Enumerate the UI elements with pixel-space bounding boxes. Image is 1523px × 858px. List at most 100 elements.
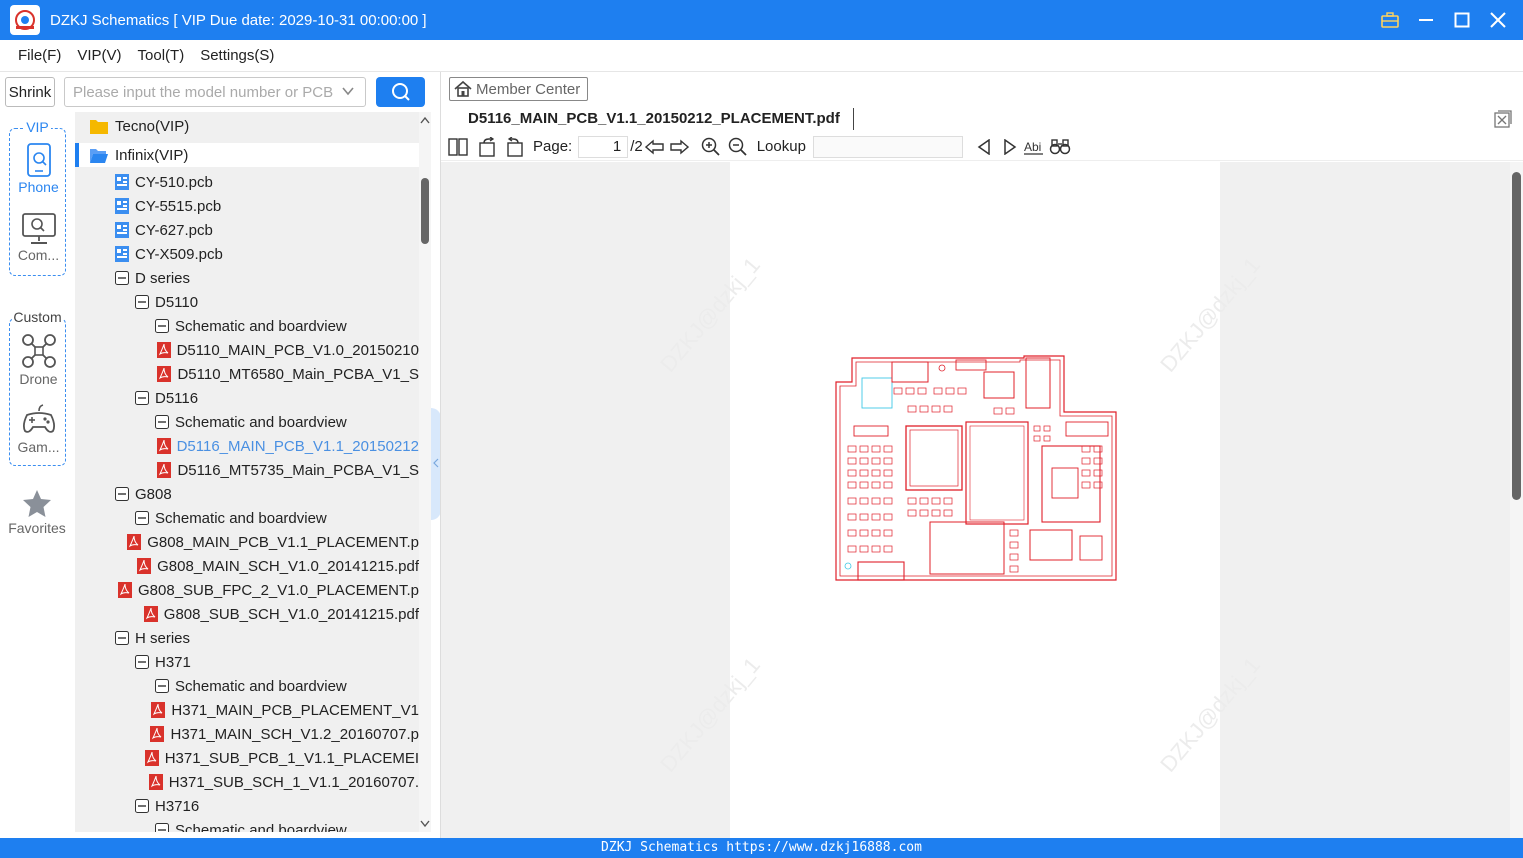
tree-item[interactable]: Schematic and boardview [75, 506, 419, 530]
collapse-icon[interactable] [135, 655, 149, 669]
tree-item[interactable]: H371 [75, 650, 419, 674]
collapse-icon[interactable] [115, 487, 129, 501]
tree-item[interactable]: H371_MAIN_PCB_PLACEMENT_V1 [75, 698, 419, 722]
close-tab-icon[interactable] [1494, 110, 1512, 131]
lookup-input[interactable] [812, 135, 963, 158]
search-button[interactable] [376, 77, 425, 107]
tree-item[interactable]: D5116_MT5735_Main_PCBA_V1_S [75, 458, 419, 482]
tree-item[interactable]: D5110_MT6580_Main_PCBA_V1_S [75, 362, 419, 386]
tree-item[interactable]: D5110_MAIN_PCB_V1.0_20150210 [75, 338, 419, 362]
document-tab[interactable]: D5116_MAIN_PCB_V1.1_20150212_PLACEMENT.p… [468, 110, 840, 127]
tree-item[interactable]: H371_MAIN_SCH_V1.2_20160707.p [75, 722, 419, 746]
watermark: DZKJ@dzkj_1 [655, 652, 765, 777]
tree-item[interactable]: Schematic and boardview [75, 674, 419, 698]
menu-file[interactable]: File(F) [18, 47, 61, 64]
menu-settings[interactable]: Settings(S) [200, 47, 274, 64]
category-phone[interactable]: Phone [10, 143, 67, 195]
tree-item[interactable]: G808 [75, 482, 419, 506]
briefcase-icon[interactable] [1379, 9, 1401, 31]
folder-icon [89, 117, 109, 135]
scroll-up-icon[interactable] [420, 116, 430, 124]
tree-item[interactable]: D series [75, 266, 419, 290]
tree-item[interactable]: G808_MAIN_PCB_V1.1_PLACEMENT.p [75, 530, 419, 554]
rotate-right-icon[interactable] [501, 133, 527, 161]
pdf-viewer[interactable]: DZKJ@dzkj_1 DZKJ@dzkj_1 DZKJ@dzkj_1 DZKJ… [441, 162, 1510, 838]
tree-item-label: G808_SUB_SCH_V1.0_20141215.pdf [163, 605, 419, 623]
next-page-icon[interactable] [667, 133, 691, 161]
pdf-file-icon [157, 462, 172, 478]
collapse-icon[interactable] [155, 823, 169, 832]
scroll-down-icon[interactable] [420, 820, 430, 828]
collapse-icon[interactable] [135, 295, 149, 309]
collapse-icon[interactable] [115, 631, 129, 645]
tree-scrollbar[interactable] [419, 112, 431, 832]
tree-item-label: CY-5515.pcb [135, 197, 222, 215]
two-page-view-icon[interactable] [441, 133, 475, 161]
tree-scroll-thumb[interactable] [421, 178, 429, 244]
pdf-file-icon [151, 702, 166, 718]
minimize-icon[interactable] [1415, 9, 1437, 31]
category-computer-label: Com... [17, 247, 60, 263]
binoculars-icon[interactable] [1047, 133, 1073, 161]
maximize-icon[interactable] [1451, 9, 1473, 31]
collapse-icon[interactable] [135, 511, 149, 525]
tree-item-label: G808 [135, 485, 172, 503]
tree-item[interactable]: Infinix(VIP) [75, 143, 419, 167]
tree-item[interactable]: G808_MAIN_SCH_V1.0_20141215.pdf [75, 554, 419, 578]
collapse-icon[interactable] [155, 319, 169, 333]
collapse-icon[interactable] [135, 799, 149, 813]
shrink-button[interactable]: Shrink [5, 77, 55, 107]
lookup-label: Lookup [756, 138, 806, 155]
find-previous-icon[interactable] [969, 133, 999, 161]
match-case-icon[interactable]: Abi [1021, 133, 1047, 161]
zoom-out-icon[interactable] [727, 133, 749, 161]
phone-icon [26, 143, 51, 177]
tree-item[interactable]: Tecno(VIP) [75, 114, 419, 138]
tree-item[interactable]: G808_SUB_SCH_V1.0_20141215.pdf [75, 602, 419, 626]
collapse-icon[interactable] [155, 679, 169, 693]
collapse-icon[interactable] [155, 415, 169, 429]
tree-item[interactable]: D5110 [75, 290, 419, 314]
tree-item[interactable]: Schematic and boardview [75, 314, 419, 338]
collapse-icon[interactable] [115, 271, 129, 285]
category-drone[interactable]: Drone [10, 333, 67, 387]
tree-item[interactable]: D5116_MAIN_PCB_V1.1_20150212 [75, 434, 419, 458]
watermark: DZKJ@dzkj_1 [1155, 652, 1265, 777]
zoom-in-icon[interactable] [695, 133, 727, 161]
tree-item[interactable]: CY-627.pcb [75, 218, 419, 242]
chevron-down-icon[interactable] [341, 84, 355, 102]
pdf-file-icon [156, 438, 171, 454]
tree-item[interactable]: CY-5515.pcb [75, 194, 419, 218]
prev-page-icon[interactable] [643, 133, 667, 161]
status-bar: DZKJ Schematics https://www.dzkj16888.co… [0, 838, 1523, 858]
tree-item[interactable]: Schematic and boardview [75, 410, 419, 434]
tree-item[interactable]: Schematic and boardview [75, 818, 419, 832]
viewer-scroll-thumb[interactable] [1512, 172, 1521, 500]
app-window: DZKJ Schematics [ VIP Due date: 2029-10-… [0, 0, 1523, 858]
menu-vip[interactable]: VIP(V) [77, 47, 121, 64]
rotate-left-icon[interactable] [475, 133, 501, 161]
tree-item[interactable]: H series [75, 626, 419, 650]
tree-item[interactable]: G808_SUB_FPC_2_V1.0_PLACEMENT.p [75, 578, 419, 602]
category-computer[interactable]: Com... [10, 213, 67, 263]
close-icon[interactable] [1487, 9, 1509, 31]
pcb-boardview-drawing [835, 355, 1117, 581]
menu-tool[interactable]: Tool(T) [138, 47, 185, 64]
tree-item-label: D5116_MT5735_Main_PCBA_V1_S [177, 461, 419, 479]
page-number-input[interactable]: 1 [578, 135, 629, 158]
find-next-icon[interactable] [999, 133, 1021, 161]
watermark: DZKJ@dzkj_1 [655, 252, 765, 377]
search-input[interactable]: Please input the model number or PCB [64, 77, 366, 107]
tree-item[interactable]: CY-X509.pcb [75, 242, 419, 266]
tree-item[interactable]: CY-510.pcb [75, 170, 419, 194]
collapse-icon[interactable] [135, 391, 149, 405]
tree-item[interactable]: H371_SUB_SCH_1_V1.1_20160707. [75, 770, 419, 794]
viewer-scrollbar[interactable] [1510, 162, 1523, 838]
favorites-button[interactable]: Favorites [0, 488, 74, 536]
tree-item[interactable]: H3716 [75, 794, 419, 818]
member-center-button[interactable]: Member Center [449, 77, 588, 101]
tree-item[interactable]: D5116 [75, 386, 419, 410]
search-icon [391, 83, 410, 101]
tree-item[interactable]: H371_SUB_PCB_1_V1.1_PLACEMEI [75, 746, 419, 770]
category-game[interactable]: Gam... [10, 403, 67, 455]
